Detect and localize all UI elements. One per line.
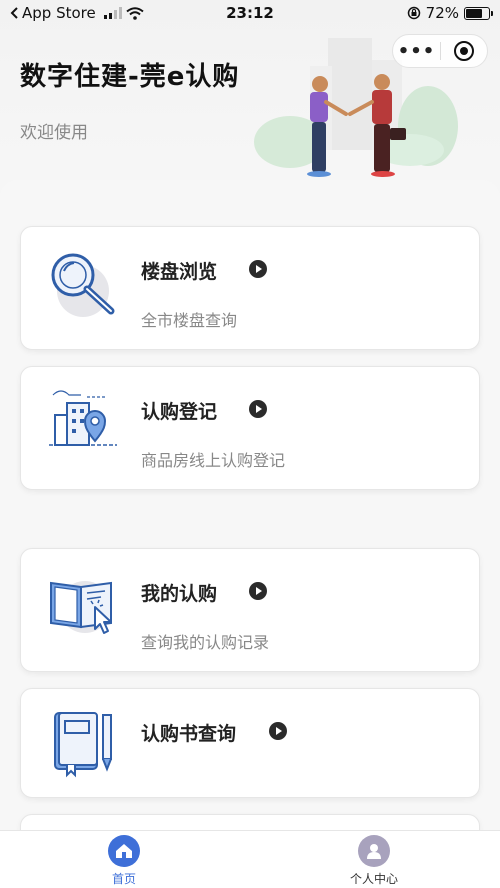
arrow-right-icon <box>249 260 267 278</box>
battery-percent: 72% <box>425 4 459 22</box>
card-title: 楼盘浏览 <box>141 261 218 283</box>
tab-home[interactable]: 首页 <box>64 835 184 887</box>
card-subtitle: 查询我的认购记录 <box>141 633 270 652</box>
building-location-icon <box>49 390 117 446</box>
close-circle-icon <box>453 41 474 61</box>
card-title: 我的认购 <box>141 583 218 605</box>
battery-icon <box>464 6 493 20</box>
arrow-right-icon <box>249 400 267 418</box>
welcome-text: 欢迎使用 <box>20 123 88 143</box>
arrow-right-icon <box>249 582 267 600</box>
card-property-browse[interactable]: 楼盘浏览 全市楼盘查询 <box>20 226 480 350</box>
card-title: 认购登记 <box>141 401 218 423</box>
tab-bar: 首页 个人中心 <box>0 830 500 888</box>
magnifier-icon <box>51 253 115 317</box>
tab-profile[interactable]: 个人中心 <box>314 835 434 887</box>
card-subscription-doc-query[interactable]: 认购书查询 <box>20 688 480 798</box>
close-button[interactable] <box>441 41 487 61</box>
document-pencil-icon <box>54 712 112 778</box>
status-bar: App Store 23:12 72% <box>0 0 500 28</box>
user-icon <box>358 835 390 867</box>
miniprogram-capsule: ••• <box>392 34 488 68</box>
card-my-subscriptions[interactable]: 我的认购 查询我的认购记录 <box>20 548 480 672</box>
tab-profile-label: 个人中心 <box>349 872 398 886</box>
arrow-right-icon <box>269 722 287 740</box>
more-button[interactable]: ••• <box>393 41 440 62</box>
orientation-lock-icon <box>407 6 420 20</box>
card-subtitle: 全市楼盘查询 <box>141 311 238 330</box>
card-subscription-register[interactable]: 认购登记 商品房线上认购登记 <box>20 366 480 490</box>
tab-home-label: 首页 <box>111 872 136 886</box>
card-subtitle: 商品房线上认购登记 <box>141 451 286 470</box>
home-icon <box>108 835 140 867</box>
card-title: 认购书查询 <box>141 723 237 745</box>
book-cursor-icon <box>50 581 112 634</box>
page-title: 数字住建-莞e认购 <box>20 62 240 92</box>
